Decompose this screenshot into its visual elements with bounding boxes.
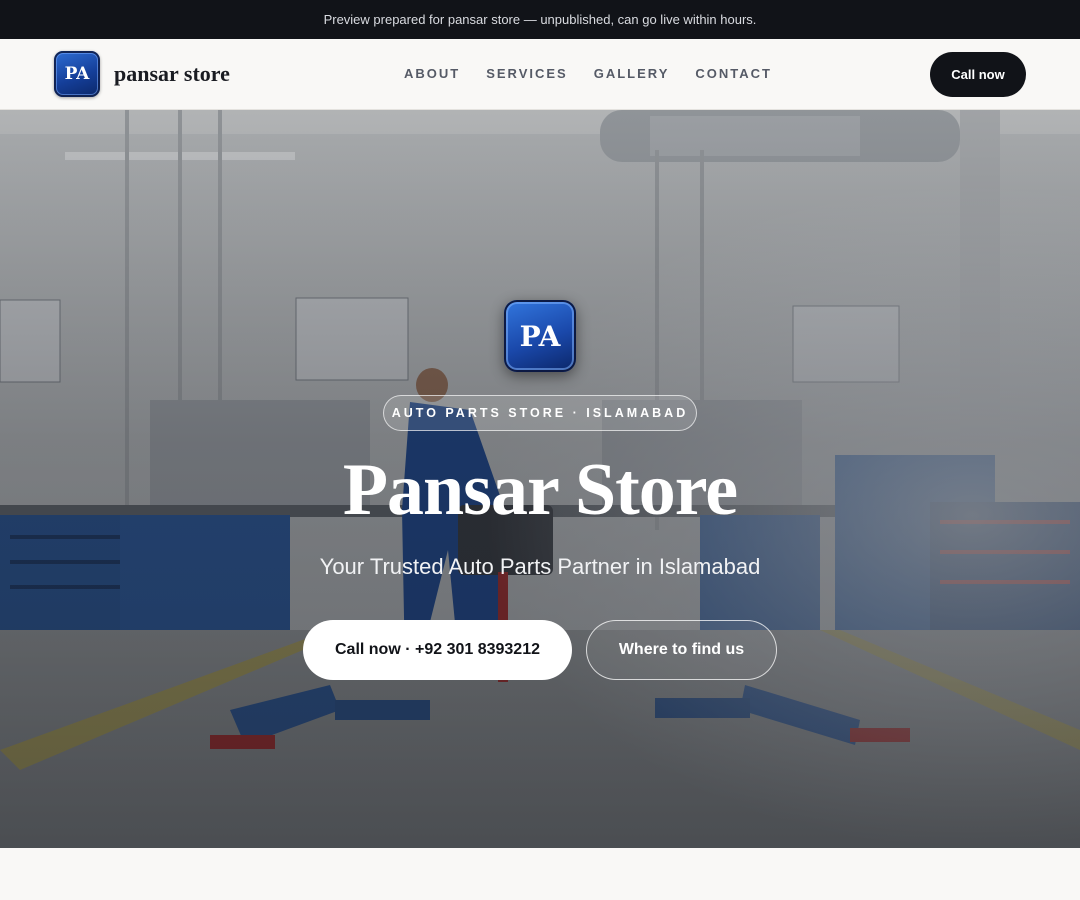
call-phone-button[interactable]: Call now · +92 301 8393212 [303,620,572,680]
hero-section: PA AUTO PARTS STORE · ISLAMABAD Pansar S… [0,110,1080,848]
main-nav: ABOUT SERVICES GALLERY CONTACT [404,66,798,81]
call-now-button[interactable]: Call now [930,52,1026,97]
nav-link-services[interactable]: SERVICES [486,66,568,81]
brand-name[interactable]: pansar store [114,61,230,87]
site-header: PA pansar store ABOUT SERVICES GALLERY C… [0,39,1080,110]
category-pill: AUTO PARTS STORE · ISLAMABAD [383,395,697,431]
logo-badge[interactable]: PA [54,51,100,97]
where-to-find-us-button[interactable]: Where to find us [586,620,777,680]
logo-badge-text: PA [64,64,90,84]
hero-logo-badge: PA [504,300,576,372]
preview-banner: Preview prepared for pansar store — unpu… [0,0,1080,39]
hero-logo-text: PA [519,319,561,353]
nav-link-gallery[interactable]: GALLERY [594,66,670,81]
nav-link-about[interactable]: ABOUT [404,66,460,81]
hero-subtitle: Your Trusted Auto Parts Partner in Islam… [319,554,761,579]
hero-title: Pansar Store [342,449,738,531]
preview-banner-text: Preview prepared for pansar store — unpu… [323,12,757,27]
nav-link-contact[interactable]: CONTACT [695,66,772,81]
